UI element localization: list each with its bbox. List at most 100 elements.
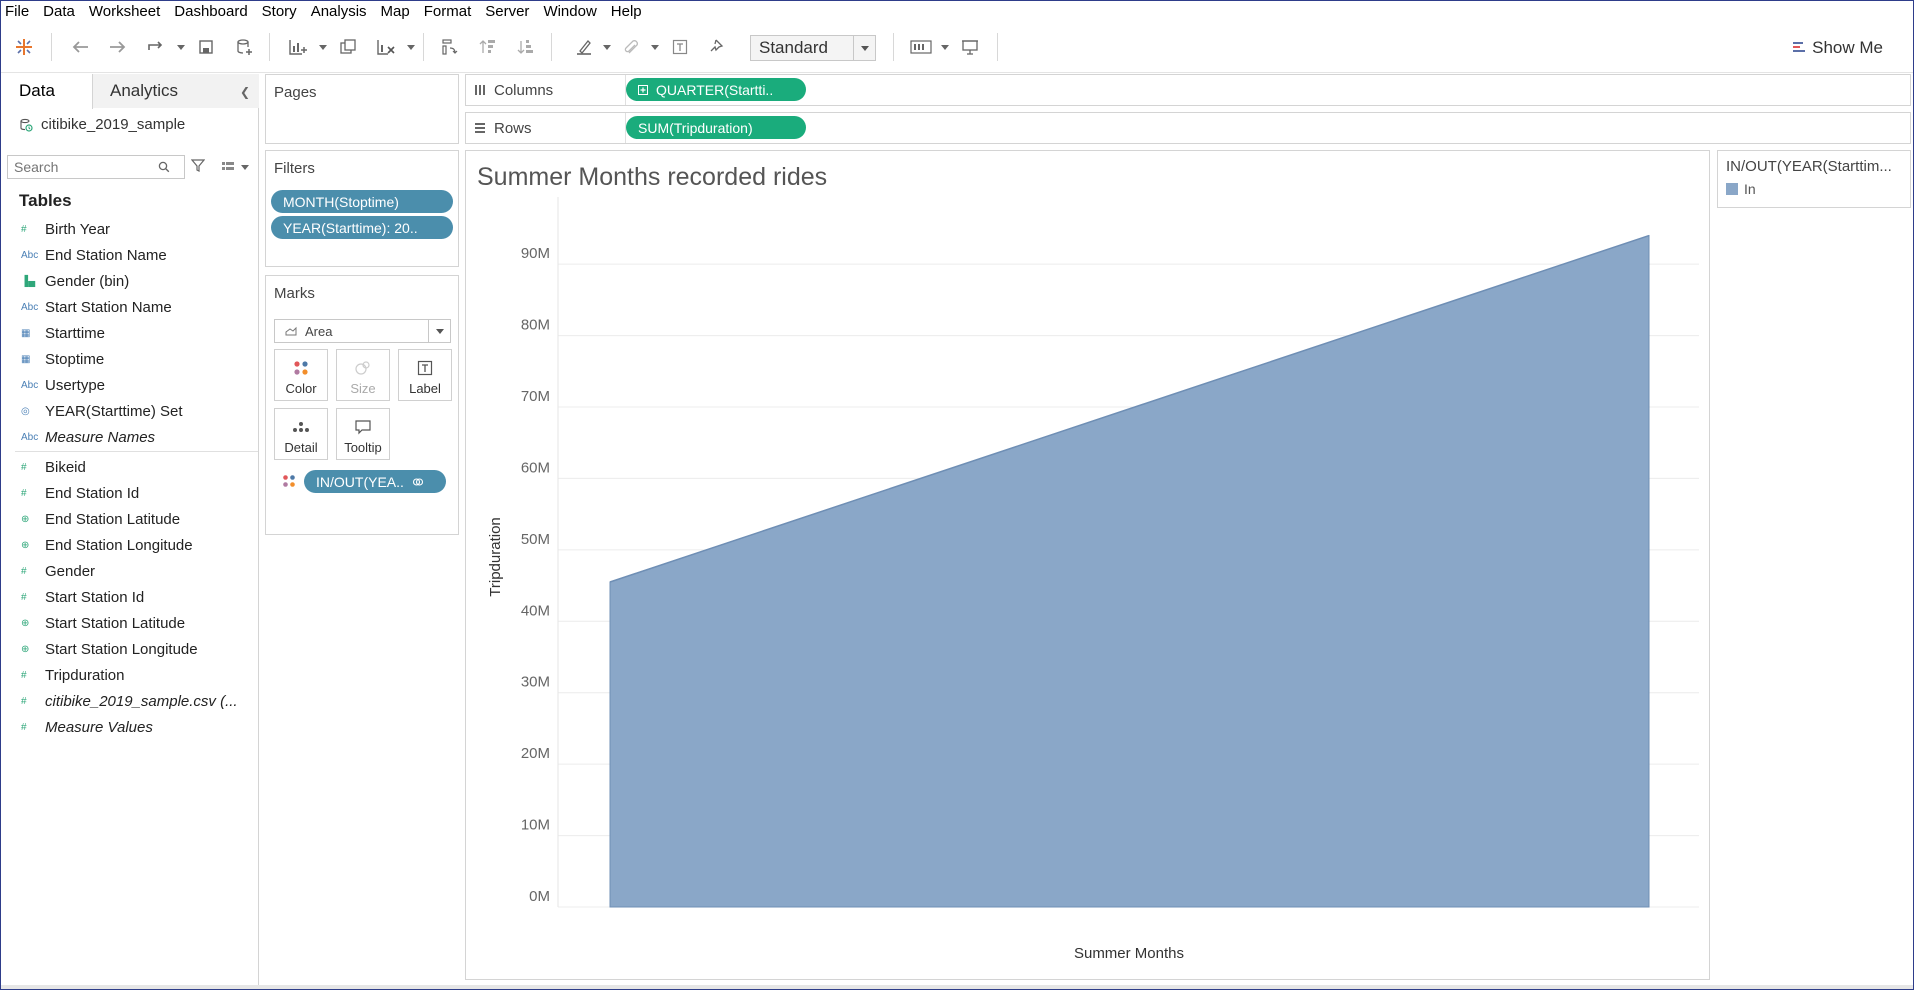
field-label: Gender (bin) [45, 272, 130, 290]
fit-select[interactable]: Standard [750, 35, 876, 61]
field-type-icon: Abc [21, 301, 39, 313]
group-dropdown-icon[interactable] [651, 45, 659, 50]
menu-window[interactable]: Window [536, 1, 603, 23]
field-type-icon: # [21, 461, 27, 473]
field-item[interactable]: Abc Start Station Name [1, 294, 258, 320]
field-label: Start Station Id [45, 588, 145, 606]
show-me-button[interactable]: Show Me [1792, 35, 1883, 61]
new-worksheet-icon[interactable] [285, 33, 311, 61]
size-button[interactable]: Size [336, 349, 390, 401]
clear-sheet-icon[interactable] [373, 33, 399, 61]
color-icon [293, 355, 309, 381]
pages-shelf[interactable]: Pages [265, 74, 459, 144]
group-icon[interactable] [619, 33, 645, 61]
new-worksheet-dropdown-icon[interactable] [319, 45, 327, 50]
swap-icon[interactable] [437, 33, 463, 61]
undo-icon[interactable] [67, 33, 93, 61]
field-type-icon: ▐▄ [21, 275, 36, 287]
search-field[interactable] [7, 155, 185, 179]
menu-format[interactable]: Format [417, 1, 479, 23]
color-button[interactable]: Color [274, 349, 328, 401]
highlight-dropdown-icon[interactable] [603, 45, 611, 50]
show-cards-icon[interactable] [907, 33, 935, 61]
columns-pill[interactable]: QUARTER(Startti.. [626, 78, 806, 101]
menu-worksheet[interactable]: Worksheet [82, 1, 167, 23]
tab-analytics[interactable]: Analytics [93, 74, 259, 108]
redo-icon[interactable] [105, 33, 131, 61]
highlight-icon[interactable] [571, 33, 597, 61]
detail-button[interactable]: Detail [274, 408, 328, 460]
duplicate-sheet-icon[interactable] [335, 33, 361, 61]
viz-canvas[interactable]: Summer Months recorded rides 0M 10M 20M 30M… [465, 150, 1710, 980]
clear-dropdown-icon[interactable] [407, 45, 415, 50]
y-tick-label: 10M [521, 817, 550, 834]
detail-label: Detail [284, 440, 318, 455]
field-item[interactable]: # citibike_2019_sample.csv (... [1, 688, 258, 714]
field-item[interactable]: # Start Station Id [1, 584, 258, 610]
filters-shelf[interactable]: Filters MONTH(Stoptime) YEAR(Starttime):… [265, 150, 459, 267]
field-item[interactable]: ▦ Starttime [1, 320, 258, 346]
menu-data[interactable]: Data [36, 1, 82, 23]
rows-pill[interactable]: SUM(Tripduration) [626, 116, 806, 139]
filter-icon[interactable] [190, 158, 206, 177]
field-item[interactable]: Abc End Station Name [1, 242, 258, 268]
field-item[interactable]: ▦ Stoptime [1, 346, 258, 372]
field-item[interactable]: ⊕ Start Station Latitude [1, 610, 258, 636]
y-tick-label: 60M [521, 459, 550, 476]
tab-data[interactable]: Data [1, 74, 93, 109]
field-item[interactable]: ◎ YEAR(Starttime) Set [1, 398, 258, 424]
marks-card: Marks Area Color Size Label Detail Toolt… [265, 275, 459, 535]
menu-analysis[interactable]: Analysis [304, 1, 374, 23]
y-tick-label: 40M [521, 602, 550, 619]
menu-file[interactable]: File [1, 1, 36, 23]
search-input[interactable] [8, 159, 158, 175]
field-item[interactable]: ⊕ End Station Latitude [1, 506, 258, 532]
field-item[interactable]: # Gender [1, 558, 258, 584]
field-item[interactable]: ▐▄ Gender (bin) [1, 268, 258, 294]
legend-title[interactable]: IN/OUT(YEAR(Starttim... [1718, 151, 1910, 175]
field-item[interactable]: ⊕ Start Station Longitude [1, 636, 258, 662]
field-item[interactable]: # Birth Year [1, 216, 258, 242]
field-label: End Station Latitude [45, 510, 181, 528]
show-labels-icon[interactable] [667, 33, 693, 61]
sort-ascending-icon[interactable] [475, 33, 501, 61]
field-item[interactable]: # End Station Id [1, 480, 258, 506]
filter-pill-year[interactable]: YEAR(Starttime): 20.. [271, 216, 453, 239]
color-pill[interactable]: IN/OUT(YEA.. [304, 470, 446, 493]
pin-icon[interactable] [705, 33, 731, 61]
replay-icon[interactable] [143, 33, 169, 61]
field-item[interactable]: ⊕ End Station Longitude [1, 532, 258, 558]
mark-type-select[interactable]: Area [274, 319, 451, 343]
sort-descending-icon[interactable] [513, 33, 539, 61]
menu-help[interactable]: Help [604, 1, 649, 23]
field-type-icon: # [21, 695, 27, 707]
menu-map[interactable]: Map [374, 1, 417, 23]
field-item[interactable]: Abc Measure Names [1, 424, 258, 450]
field-label: Usertype [45, 376, 106, 394]
field-item[interactable]: # Tripduration [1, 662, 258, 688]
area-mark[interactable] [609, 234, 1650, 908]
new-datasource-icon[interactable] [231, 33, 257, 61]
show-cards-dropdown-icon[interactable] [941, 45, 949, 50]
save-icon[interactable] [193, 33, 219, 61]
menu-story[interactable]: Story [255, 1, 304, 23]
replay-dropdown-icon[interactable] [177, 45, 185, 50]
legend-item-in[interactable]: In [1718, 175, 1910, 197]
tableau-logo-icon[interactable] [11, 33, 37, 61]
rows-shelf[interactable]: Rows SUM(Tripduration) [465, 112, 1911, 144]
presentation-icon[interactable] [957, 33, 983, 61]
tooltip-button[interactable]: Tooltip [336, 408, 390, 460]
label-button[interactable]: Label [398, 349, 452, 401]
view-options-icon[interactable] [221, 161, 249, 173]
field-item[interactable]: # Bikeid [1, 454, 258, 480]
columns-shelf[interactable]: Columns QUARTER(Startti.. [465, 74, 1911, 106]
filter-pill-month[interactable]: MONTH(Stoptime) [271, 190, 453, 213]
field-item[interactable]: # Measure Values [1, 714, 258, 740]
field-item[interactable]: Abc Usertype [1, 372, 258, 398]
tooltip-label: Tooltip [344, 440, 382, 455]
menu-server[interactable]: Server [478, 1, 536, 23]
datasource-item[interactable]: citibike_2019_sample [19, 116, 185, 133]
menu-dashboard[interactable]: Dashboard [167, 1, 254, 23]
area-chart[interactable]: 0M 10M 20M 30M 40M 50M 60M 70M 80M 90M Tripduratio… [466, 151, 1709, 979]
collapse-pane-icon[interactable]: ❮ [240, 85, 250, 99]
